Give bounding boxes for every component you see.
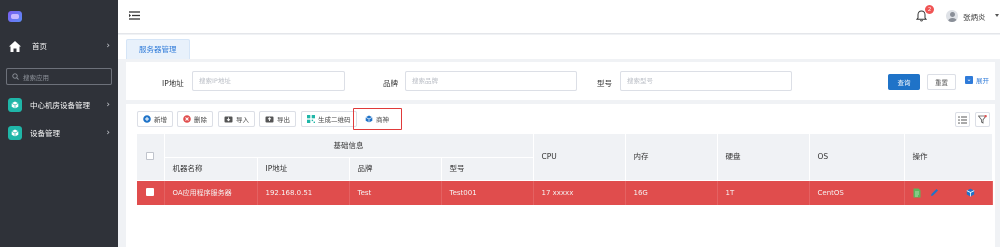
cell-name: OA应用程序服务器: [164, 180, 258, 205]
group-header-basic-info: 基础信息: [164, 134, 534, 158]
table-row[interactable]: OA应用程序服务器 192.168.0.51 Test Test001 17 x…: [137, 180, 993, 205]
tabs-bar: 服务器管理: [118, 35, 1000, 59]
chevron-right-icon: ›: [106, 99, 110, 110]
column-header-actions: 操作: [904, 134, 993, 181]
cube-icon: [365, 115, 373, 123]
cell-ip: 192.168.0.51: [257, 180, 350, 205]
brand-label: 品牌: [383, 79, 398, 88]
add-button[interactable]: 新增: [137, 111, 173, 127]
cell-actions: [904, 180, 993, 205]
chevron-down-icon: ⌄: [965, 76, 973, 84]
import-icon: [224, 115, 233, 123]
reset-button[interactable]: 重置: [927, 74, 956, 90]
sidebar: 首页 › 搜索应用 中心机房设备管理 › 设备管理 ›: [0, 0, 118, 247]
username[interactable]: 张炳炎: [963, 12, 986, 23]
sidebar-item-home[interactable]: 首页 ›: [0, 32, 118, 60]
cube-action-label: 商神: [376, 116, 389, 124]
column-header-model: 型号: [441, 157, 534, 181]
notification-badge: 2: [925, 5, 934, 14]
edit-icon[interactable]: [930, 188, 939, 197]
row-select-cell[interactable]: [137, 180, 165, 205]
ip-label: IP地址: [162, 79, 184, 88]
server-table: 基础信息 CPU 内存 硬盘 OS 操作 机器名称 IP地址 品牌 型号 OA应…: [137, 134, 993, 205]
model-label: 型号: [597, 79, 612, 88]
delete-icon: [183, 115, 191, 123]
home-icon: [9, 40, 21, 52]
model-search-input[interactable]: [620, 71, 792, 91]
export-label: 导出: [277, 116, 290, 124]
cell-cpu: 17 xxxxx: [533, 180, 626, 205]
caret-down-icon[interactable]: [995, 14, 999, 17]
tab-server-management[interactable]: 服务器管理: [126, 39, 190, 59]
cube-icon: [8, 126, 22, 140]
sidebar-search-input[interactable]: 搜索应用: [6, 68, 112, 85]
column-header-memory: 内存: [625, 134, 718, 181]
cube-icon: [8, 98, 22, 112]
cell-memory: 16G: [625, 180, 718, 205]
expand-label: 展开: [976, 77, 989, 85]
header-select-all[interactable]: [137, 134, 165, 181]
cell-brand: Test: [349, 180, 442, 205]
delete-label: 删除: [194, 116, 207, 124]
generate-qrcode-button[interactable]: 生成二维码: [301, 111, 357, 127]
import-label: 导入: [236, 116, 249, 124]
cube-icon[interactable]: [966, 188, 975, 197]
column-header-disk: 硬盘: [717, 134, 810, 181]
column-header-ip: IP地址: [257, 157, 350, 181]
content-panel: 新增 删除 导入 导出 生成二维码 商神 基础信息 CPU 内存 硬盘 OS 操…: [126, 104, 995, 247]
column-list-icon[interactable]: [955, 112, 970, 127]
chevron-right-icon: ›: [106, 40, 110, 51]
delete-button[interactable]: 删除: [177, 111, 213, 127]
avatar[interactable]: [946, 10, 958, 22]
row-checkbox[interactable]: [146, 187, 155, 196]
cell-os: CentOS: [809, 180, 905, 205]
ip-search-input[interactable]: [192, 71, 345, 91]
cell-model: Test001: [441, 180, 534, 205]
sidebar-item-label: 首页: [32, 41, 47, 51]
sidebar-item-datacenter[interactable]: 中心机房设备管理 ›: [0, 91, 118, 119]
chevron-right-icon: ›: [106, 127, 110, 138]
sidebar-item-label: 中心机房设备管理: [30, 100, 90, 110]
import-button[interactable]: 导入: [218, 111, 255, 127]
qrcode-icon: [307, 115, 315, 123]
document-icon[interactable]: [913, 188, 921, 198]
menu-collapse-icon[interactable]: [129, 11, 140, 20]
sidebar-item-label: 设备管理: [30, 128, 60, 138]
export-icon: [265, 115, 274, 123]
query-button[interactable]: 查询: [888, 74, 920, 90]
filter-icon[interactable]: [975, 112, 990, 127]
cell-disk: 1T: [717, 180, 810, 205]
top-header: 2 张炳炎: [118, 0, 1000, 34]
cube-action-button[interactable]: 商神: [359, 111, 395, 127]
sidebar-item-devices[interactable]: 设备管理 ›: [0, 119, 118, 147]
sidebar-search-placeholder: 搜索应用: [23, 73, 49, 82]
column-header-os: OS: [809, 134, 905, 181]
plus-circle-icon: [143, 115, 151, 123]
search-panel: IP地址 品牌 型号 查询 重置 ⌄ 展开: [126, 62, 995, 100]
column-header-cpu: CPU: [533, 134, 626, 181]
column-header-brand: 品牌: [349, 157, 442, 181]
select-all-checkbox[interactable]: [146, 151, 155, 160]
add-label: 新增: [154, 116, 167, 124]
app-logo: [8, 10, 22, 22]
export-button[interactable]: 导出: [259, 111, 296, 127]
column-header-name: 机器名称: [164, 157, 258, 181]
expand-toggle[interactable]: ⌄ 展开: [965, 75, 989, 85]
search-icon: [12, 73, 19, 80]
brand-search-input[interactable]: [405, 71, 577, 91]
qrcode-label: 生成二维码: [318, 116, 351, 124]
